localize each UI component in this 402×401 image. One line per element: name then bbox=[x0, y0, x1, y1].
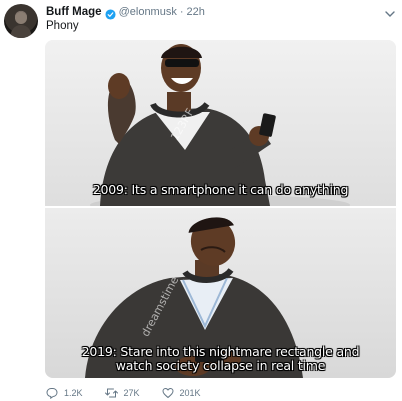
user-handle[interactable]: @elonmusk bbox=[119, 6, 177, 18]
reply-icon bbox=[46, 387, 58, 399]
heart-icon bbox=[162, 387, 174, 399]
verified-badge-icon bbox=[105, 7, 116, 20]
meme-caption-2019-line1: 2019: Stare into this nightmare rectangl… bbox=[81, 344, 360, 359]
meme-panel-2009: 123RF 2009: Its a smartphone it can do a… bbox=[45, 40, 396, 206]
meme-caption-2019: 2019: Stare into this nightmare rectangl… bbox=[45, 345, 396, 373]
display-name[interactable]: Buff Mage bbox=[46, 6, 102, 18]
reply-button[interactable]: 1.2K bbox=[46, 387, 83, 399]
like-count: 201K bbox=[179, 388, 201, 398]
tweet-header: Buff Mage @elonmusk · 22h bbox=[46, 4, 205, 20]
chevron-down-icon[interactable] bbox=[384, 6, 396, 17]
avatar[interactable] bbox=[4, 4, 38, 38]
tweet-media-image[interactable]: 123RF 2009: Its a smartphone it can do a… bbox=[45, 40, 396, 378]
meme-caption-2009: 2009: Its a smartphone it can do anythin… bbox=[92, 182, 349, 197]
reply-count: 1.2K bbox=[64, 388, 83, 398]
retweet-button[interactable]: 27K bbox=[104, 387, 140, 399]
timestamp[interactable]: 22h bbox=[187, 6, 205, 18]
meme-caption-2019-line2: watch society collapse in real time bbox=[115, 358, 326, 373]
meme-panel-2019: dreamstime 2019: Stare into this nightma… bbox=[45, 208, 396, 378]
retweet-count: 27K bbox=[123, 388, 140, 398]
tweet-actions: 1.2K 27K 201K bbox=[46, 386, 223, 400]
separator-dot: · bbox=[179, 6, 184, 18]
retweet-icon bbox=[104, 387, 118, 399]
tweet: Buff Mage @elonmusk · 22h Phony 123RF 20… bbox=[0, 0, 402, 401]
tweet-text: Phony bbox=[46, 20, 79, 32]
like-button[interactable]: 201K bbox=[162, 387, 201, 399]
